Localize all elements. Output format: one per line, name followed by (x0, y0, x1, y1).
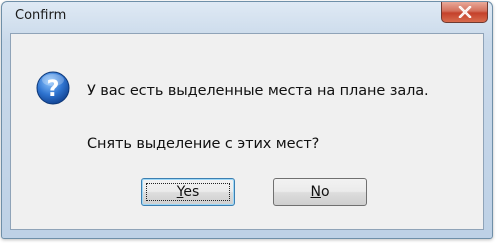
confirm-dialog-window: Confirm ? У вас есть выделенные места на… (1, 1, 493, 239)
message-line-1: У вас есть выделенные места на плане зал… (87, 83, 429, 99)
focus-rectangle (146, 183, 230, 201)
question-icon: ? (36, 71, 70, 105)
svg-text:?: ? (47, 77, 60, 102)
yes-button[interactable]: Yes (141, 178, 235, 206)
window-title: Confirm (15, 8, 67, 23)
close-icon (458, 6, 471, 18)
no-button-label: No (310, 184, 330, 200)
close-button[interactable] (441, 2, 488, 23)
dialog-body: ? У вас есть выделенные места на плане з… (10, 33, 484, 230)
title-bar[interactable]: Confirm (2, 2, 492, 33)
no-button[interactable]: No (273, 178, 367, 206)
message-line-2: Снять выделение с этих мест? (87, 136, 320, 152)
